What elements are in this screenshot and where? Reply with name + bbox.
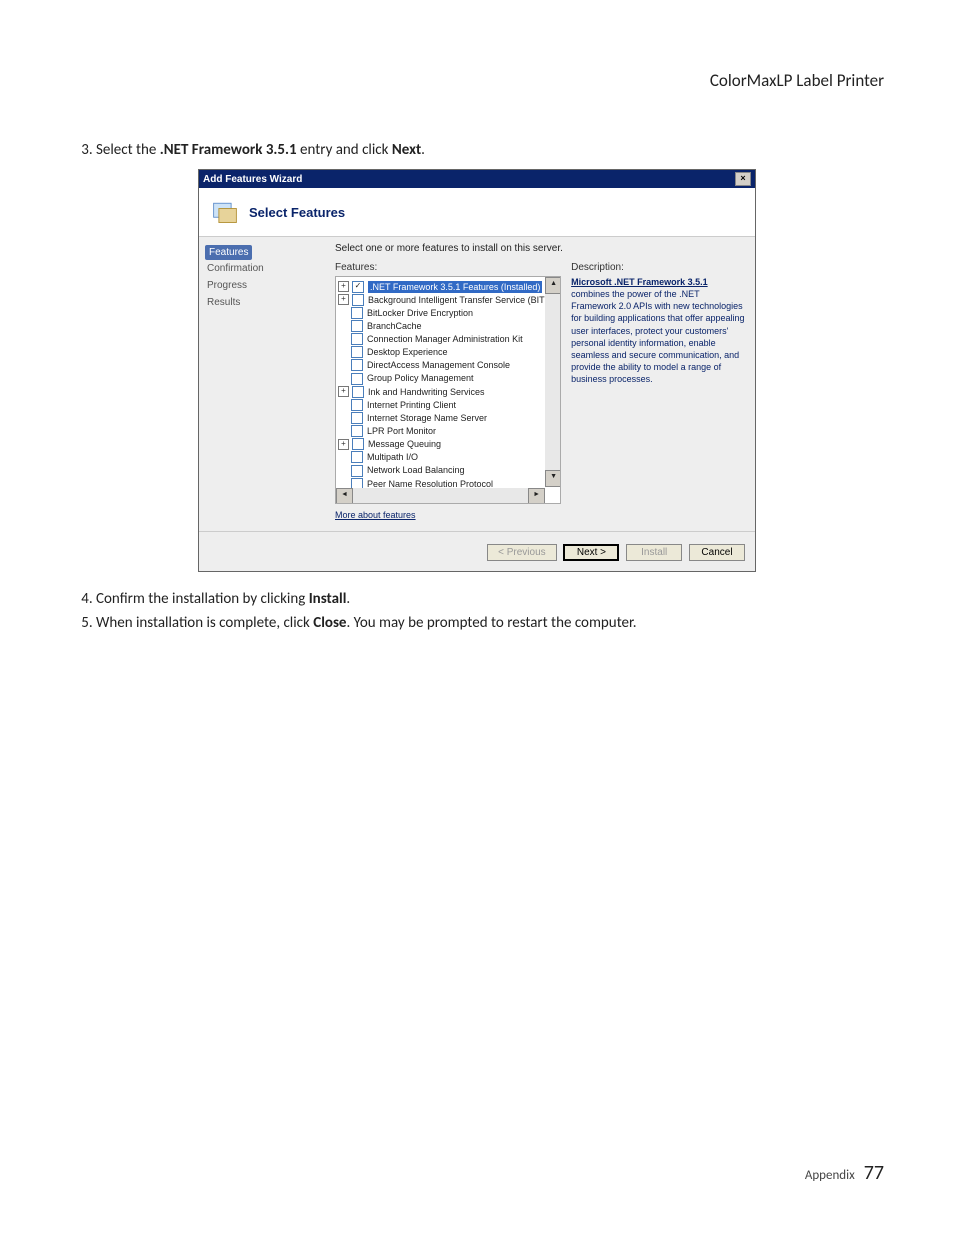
feature-item[interactable]: Desktop Experience bbox=[338, 346, 558, 359]
page-number: 77 bbox=[864, 1161, 884, 1185]
expand-icon[interactable]: + bbox=[338, 439, 349, 450]
wizard-header-title: Select Features bbox=[249, 205, 345, 220]
wizard-step-features[interactable]: Features bbox=[205, 245, 252, 260]
feature-checkbox[interactable] bbox=[352, 294, 364, 306]
expand-icon[interactable]: + bbox=[338, 281, 349, 292]
instruction-list-continued: Confirm the installation by clicking Ins… bbox=[70, 590, 884, 632]
feature-label: Internet Storage Name Server bbox=[367, 412, 487, 424]
feature-item[interactable]: DirectAccess Management Console bbox=[338, 359, 558, 372]
feature-checkbox[interactable] bbox=[351, 359, 363, 371]
features-tree[interactable]: +✓.NET Framework 3.5.1 Features (Install… bbox=[335, 276, 561, 504]
feature-checkbox[interactable] bbox=[351, 465, 363, 477]
feature-label: Network Load Balancing bbox=[367, 464, 465, 476]
feature-item[interactable]: Network Load Balancing bbox=[338, 464, 558, 477]
feature-label: BranchCache bbox=[367, 320, 422, 332]
feature-checkbox[interactable] bbox=[351, 451, 363, 463]
horizontal-scrollbar[interactable]: ◄ ► bbox=[336, 488, 545, 503]
feature-item[interactable]: + Background Intelligent Transfer Service… bbox=[338, 293, 558, 306]
feature-item[interactable]: Internet Storage Name Server bbox=[338, 411, 558, 424]
feature-label: BitLocker Drive Encryption bbox=[367, 307, 473, 319]
feature-label: Internet Printing Client bbox=[367, 399, 456, 411]
instruction-step: Select the .NET Framework 3.5.1 entry an… bbox=[96, 141, 884, 159]
feature-item[interactable]: Multipath I/O bbox=[338, 451, 558, 464]
feature-checkbox[interactable] bbox=[351, 333, 363, 345]
feature-checkbox[interactable] bbox=[351, 412, 363, 424]
document-body: Select the .NET Framework 3.5.1 entry an… bbox=[70, 141, 884, 632]
next-button[interactable]: Next > bbox=[563, 544, 619, 561]
wizard-steps-pane: FeaturesConfirmationProgressResults bbox=[199, 237, 331, 531]
instruction-step: Confirm the installation by clicking Ins… bbox=[96, 590, 884, 608]
feature-item[interactable]: Connection Manager Administration Kit bbox=[338, 333, 558, 346]
scroll-up-icon[interactable]: ▲ bbox=[545, 277, 561, 294]
wizard-button-row: < Previous Next > Install Cancel bbox=[199, 531, 755, 571]
feature-checkbox[interactable] bbox=[351, 320, 363, 332]
wizard-step-progress[interactable]: Progress bbox=[205, 277, 325, 294]
feature-label: Desktop Experience bbox=[367, 346, 448, 358]
feature-item[interactable]: BitLocker Drive Encryption bbox=[338, 306, 558, 319]
feature-item[interactable]: Group Policy Management bbox=[338, 372, 558, 385]
expand-icon[interactable]: + bbox=[338, 386, 349, 397]
vertical-scrollbar[interactable]: ▲ ▼ bbox=[545, 277, 560, 487]
wizard-step-confirmation[interactable]: Confirmation bbox=[205, 260, 325, 277]
feature-checkbox[interactable] bbox=[351, 399, 363, 411]
page-footer: Appendix 77 bbox=[805, 1161, 884, 1185]
description-text: Microsoft .NET Framework 3.5.1 combines … bbox=[571, 276, 745, 385]
description-label: Description: bbox=[571, 262, 745, 273]
wizard-header: Select Features bbox=[199, 188, 755, 237]
feature-item[interactable]: Internet Printing Client bbox=[338, 398, 558, 411]
feature-checkbox[interactable]: ✓ bbox=[352, 281, 364, 293]
feature-item[interactable]: BranchCache bbox=[338, 319, 558, 332]
feature-label: DirectAccess Management Console bbox=[367, 359, 510, 371]
add-features-wizard-dialog: Add Features Wizard × Select Features Fe… bbox=[198, 169, 756, 572]
install-button: Install bbox=[626, 544, 682, 561]
feature-item[interactable]: LPR Port Monitor bbox=[338, 425, 558, 438]
feature-checkbox[interactable] bbox=[352, 386, 364, 398]
wizard-step-results[interactable]: Results bbox=[205, 294, 325, 311]
cancel-button[interactable]: Cancel bbox=[689, 544, 745, 561]
feature-label: Background Intelligent Transfer Service … bbox=[368, 294, 554, 306]
scroll-right-icon[interactable]: ► bbox=[528, 488, 545, 504]
wizard-icon bbox=[211, 198, 239, 226]
feature-checkbox[interactable] bbox=[352, 438, 364, 450]
document-header: ColorMaxLP Label Printer bbox=[70, 70, 884, 91]
instruction-step: When installation is complete, click Clo… bbox=[96, 614, 884, 632]
dialog-titlebar: Add Features Wizard × bbox=[199, 170, 755, 188]
expand-icon[interactable]: + bbox=[338, 294, 349, 305]
feature-checkbox[interactable] bbox=[351, 373, 363, 385]
scroll-down-icon[interactable]: ▼ bbox=[545, 470, 561, 487]
dialog-title: Add Features Wizard bbox=[203, 174, 302, 185]
feature-label: Ink and Handwriting Services bbox=[368, 386, 485, 398]
feature-label: Message Queuing bbox=[368, 438, 441, 450]
feature-label: Connection Manager Administration Kit bbox=[367, 333, 523, 345]
feature-checkbox[interactable] bbox=[351, 346, 363, 358]
close-icon[interactable]: × bbox=[735, 172, 751, 186]
instruction-list: Select the .NET Framework 3.5.1 entry an… bbox=[70, 141, 884, 159]
feature-label: .NET Framework 3.5.1 Features (Installed… bbox=[368, 281, 542, 293]
previous-button: < Previous bbox=[487, 544, 557, 561]
description-title: Microsoft .NET Framework 3.5.1 bbox=[571, 277, 708, 287]
wizard-content-pane: Select one or more features to install o… bbox=[331, 237, 755, 531]
feature-item[interactable]: Remote Assistance bbox=[338, 503, 558, 504]
features-label: Features: bbox=[335, 262, 561, 273]
scroll-left-icon[interactable]: ◄ bbox=[336, 488, 353, 504]
feature-item[interactable]: + Message Queuing bbox=[338, 438, 558, 451]
instruction-text: Select one or more features to install o… bbox=[335, 243, 745, 254]
feature-checkbox[interactable] bbox=[351, 425, 363, 437]
more-about-features-link[interactable]: More about features bbox=[335, 510, 416, 520]
feature-label: LPR Port Monitor bbox=[367, 425, 436, 437]
feature-item[interactable]: + Ink and Handwriting Services bbox=[338, 385, 558, 398]
feature-label: Group Policy Management bbox=[367, 372, 474, 384]
feature-checkbox[interactable] bbox=[351, 307, 363, 319]
feature-label: Multipath I/O bbox=[367, 451, 418, 463]
feature-item[interactable]: +✓ .NET Framework 3.5.1 Features (Install… bbox=[338, 280, 558, 293]
wizard-body: FeaturesConfirmationProgressResults Sele… bbox=[199, 237, 755, 531]
